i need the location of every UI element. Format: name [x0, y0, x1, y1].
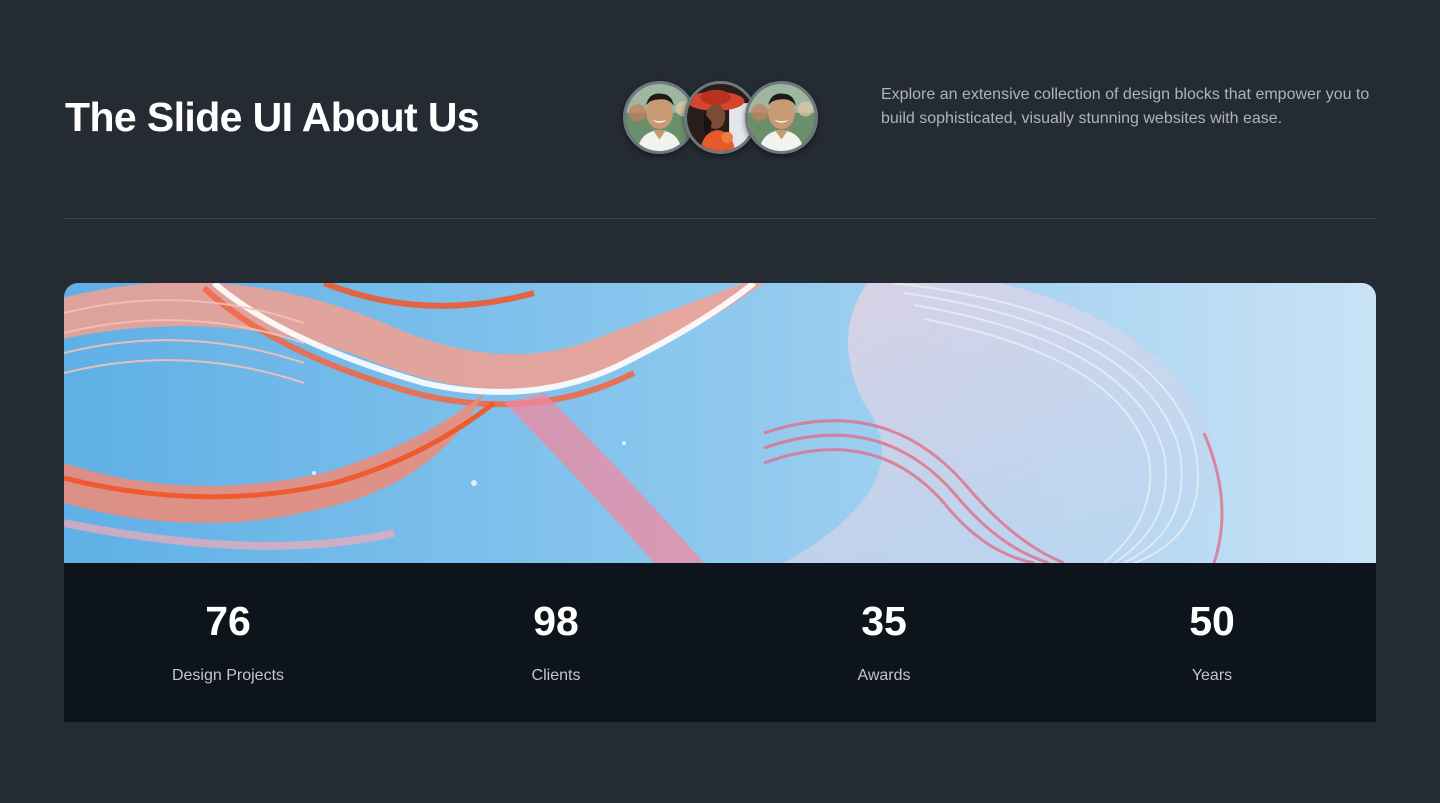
- section-divider: [64, 218, 1376, 219]
- stat-value: 35: [861, 598, 907, 644]
- abstract-ribbons-graphic: [64, 283, 1376, 563]
- stat-label: Design Projects: [171, 667, 285, 684]
- hero-abstract-image: [64, 283, 1376, 563]
- stat-label: Clients: [531, 667, 581, 684]
- about-us-section: The Slide UI About Us Explore an extensi…: [0, 0, 1440, 803]
- avatar-woman-image: [687, 84, 754, 151]
- stats-bar: 76 Design Projects 98 Clients 35 Awards …: [64, 563, 1376, 722]
- stat-value: 76: [205, 598, 251, 644]
- team-avatar-group: [623, 81, 823, 154]
- avatar-man-image: [626, 84, 693, 151]
- stat-label: Years: [1191, 667, 1233, 684]
- avatar-man-image: [748, 84, 815, 151]
- stat-label: Awards: [857, 667, 911, 684]
- stat-clients: 98 Clients: [392, 563, 720, 722]
- avatar-man[interactable]: [745, 81, 818, 154]
- stat-years: 50 Years: [1048, 563, 1376, 722]
- page-title: The Slide UI About Us: [65, 94, 480, 140]
- intro-description: Explore an extensive collection of desig…: [881, 86, 1370, 127]
- stat-value: 50: [1189, 598, 1235, 644]
- stat-awards: 35 Awards: [720, 563, 1048, 722]
- stat-design-projects: 76 Design Projects: [64, 563, 392, 722]
- stat-value: 98: [533, 598, 579, 644]
